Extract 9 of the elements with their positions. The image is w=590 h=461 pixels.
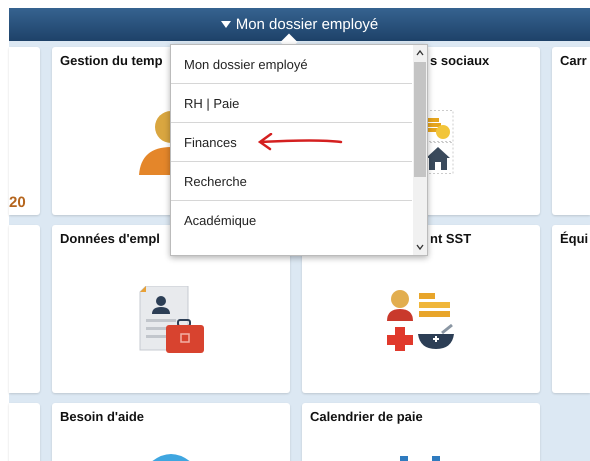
tile-title: Données d'empl (60, 231, 160, 246)
tile-title: Gestion du temp (60, 53, 163, 68)
tile-count: 20 (9, 194, 26, 211)
tile-title: Calendrier de paie (310, 409, 423, 424)
tile-title: Carr (560, 53, 587, 68)
tile-title: Besoin d'aide (60, 409, 144, 424)
tile-title: nt SST (430, 231, 472, 246)
tile-title: s sociaux (430, 53, 490, 68)
tile-title: Équi (560, 231, 588, 246)
